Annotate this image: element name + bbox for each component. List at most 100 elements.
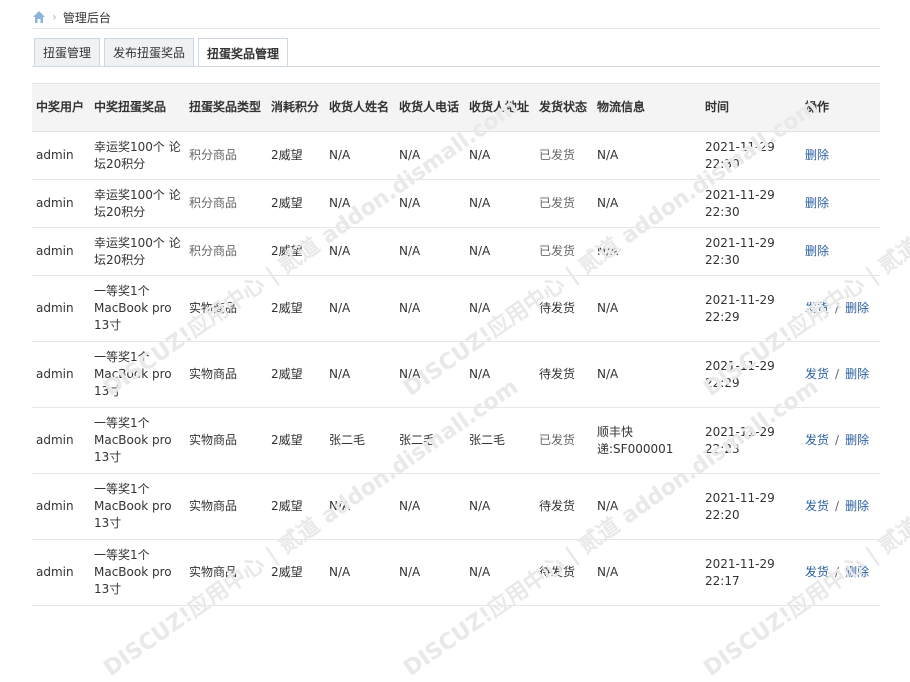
cell-user: admin [32,227,90,276]
cell-phone: N/A [395,473,465,540]
cell-address: 张二毛 [465,407,535,474]
col-actions: 操作 [801,83,880,132]
cell-user: admin [32,473,90,540]
cell-time: 2021-11-29 22:30 [701,227,801,276]
col-cost: 消耗积分 [267,83,325,132]
cell-cost: 2威望 [267,341,325,408]
cell-logistics: N/A [593,227,701,276]
cell-phone: N/A [395,341,465,408]
col-winner: 中奖用户 [32,83,90,132]
table-row: admin 一等奖1个 MacBook pro 13寸 实物商品 2威望 N/A… [32,341,880,408]
cell-time: 2021-11-29 22:30 [701,179,801,228]
delete-link[interactable]: 删除 [805,148,829,162]
ship-link[interactable]: 发货 [805,367,829,381]
table-row: admin 幸运奖100个 论坛20积分 积分商品 2威望 N/A N/A N/… [32,131,880,180]
col-logistics: 物流信息 [593,83,701,132]
separator: / [835,433,840,447]
cell-address: N/A [465,179,535,228]
cell-phone: N/A [395,539,465,606]
cell-address: N/A [465,341,535,408]
cell-logistics: N/A [593,341,701,408]
cell-status: 待发货 [535,539,593,606]
cell-time: 2021-11-29 22:23 [701,407,801,474]
cell-user: admin [32,407,90,474]
cell-logistics: N/A [593,473,701,540]
cell-actions: 删除 [801,179,880,228]
cell-user: admin [32,341,90,408]
page-title: 管理后台 [62,10,111,25]
cell-type: 积分商品 [185,179,267,228]
cell-phone: N/A [395,131,465,180]
separator: / [835,301,840,315]
cell-address: N/A [465,227,535,276]
cell-cost: 2威望 [267,179,325,228]
cell-type: 实物商品 [185,407,267,474]
breadcrumb: › 管理后台 [32,8,111,26]
table-header: 中奖用户 中奖扭蛋奖品 扭蛋奖品类型 消耗积分 收货人姓名 收货人电话 收货人地… [32,83,880,132]
cell-status: 已发货 [535,179,593,228]
ship-link[interactable]: 发货 [805,433,829,447]
delete-link[interactable]: 删除 [845,499,869,513]
cell-actions: 发货 / 删除 [801,407,880,474]
col-status: 发货状态 [535,83,593,132]
cell-status: 已发货 [535,407,593,474]
cell-cost: 2威望 [267,539,325,606]
cell-actions: 删除 [801,131,880,180]
cell-status: 已发货 [535,131,593,180]
cell-cost: 2威望 [267,275,325,342]
tab-gacha-manage[interactable]: 扭蛋管理 [34,38,101,66]
cell-prize: 一等奖1个 MacBook pro 13寸 [90,275,185,342]
delete-link[interactable]: 删除 [845,367,869,381]
cell-prize: 一等奖1个 MacBook pro 13寸 [90,473,185,540]
cell-user: admin [32,179,90,228]
cell-name: N/A [325,473,395,540]
cell-user: admin [32,275,90,342]
cell-actions: 发货 / 删除 [801,539,880,606]
cell-name: N/A [325,341,395,408]
col-phone: 收货人电话 [395,83,465,132]
cell-address: N/A [465,131,535,180]
cell-user: admin [32,539,90,606]
cell-type: 积分商品 [185,131,267,180]
cell-cost: 2威望 [267,407,325,474]
cell-status: 已发货 [535,227,593,276]
cell-actions: 发货 / 删除 [801,473,880,540]
cell-time: 2021-11-29 22:29 [701,275,801,342]
cell-name: 张二毛 [325,407,395,474]
cell-type: 实物商品 [185,341,267,408]
cell-logistics: N/A [593,275,701,342]
cell-logistics: N/A [593,179,701,228]
ship-link[interactable]: 发货 [805,499,829,513]
home-icon[interactable] [32,10,46,24]
cell-address: N/A [465,275,535,342]
delete-link[interactable]: 删除 [805,244,829,258]
cell-name: N/A [325,275,395,342]
cell-type: 积分商品 [185,227,267,276]
col-address: 收货人地址 [465,83,535,132]
cell-status: 待发货 [535,275,593,342]
table-row: admin 一等奖1个 MacBook pro 13寸 实物商品 2威望 N/A… [32,539,880,606]
cell-name: N/A [325,179,395,228]
col-prize: 中奖扭蛋奖品 [90,83,185,132]
ship-link[interactable]: 发货 [805,565,829,579]
cell-address: N/A [465,473,535,540]
delete-link[interactable]: 删除 [845,565,869,579]
cell-status: 待发货 [535,341,593,408]
cell-time: 2021-11-29 22:29 [701,341,801,408]
ship-link[interactable]: 发货 [805,301,829,315]
delete-link[interactable]: 删除 [845,433,869,447]
table-row: admin 一等奖1个 MacBook pro 13寸 实物商品 2威望 N/A… [32,275,880,342]
delete-link[interactable]: 删除 [845,301,869,315]
delete-link[interactable]: 删除 [805,196,829,210]
cell-phone: N/A [395,275,465,342]
chevron-right-icon: › [52,10,57,24]
table-row: admin 一等奖1个 MacBook pro 13寸 实物商品 2威望 N/A… [32,473,880,540]
tab-prize-manage[interactable]: 扭蛋奖品管理 [198,38,289,67]
table-row: admin 幸运奖100个 论坛20积分 积分商品 2威望 N/A N/A N/… [32,227,880,276]
col-time: 时间 [701,83,801,132]
table-row: admin 一等奖1个 MacBook pro 13寸 实物商品 2威望 张二毛… [32,407,880,474]
cell-type: 实物商品 [185,539,267,606]
tab-publish-prize[interactable]: 发布扭蛋奖品 [104,38,195,66]
cell-type: 实物商品 [185,275,267,342]
cell-time: 2021-11-29 22:30 [701,131,801,180]
